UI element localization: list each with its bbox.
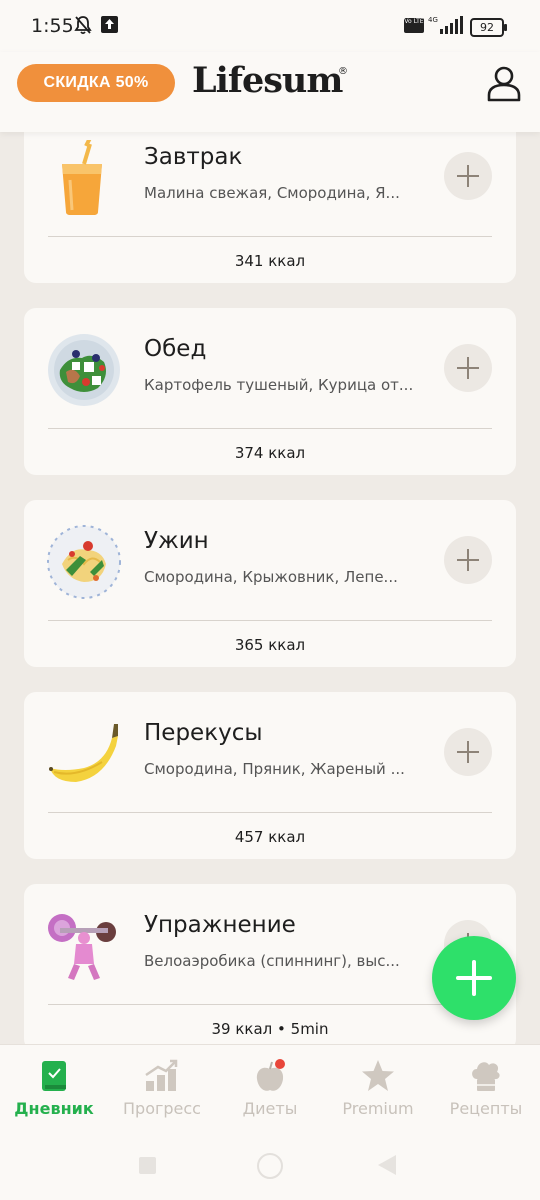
muted-bell-icon: [74, 16, 92, 35]
system-navigation-bar: [0, 1128, 540, 1200]
nav-item-recipes[interactable]: Рецепты: [432, 1045, 540, 1129]
divider: [48, 620, 492, 621]
pasta-plate-image: [47, 525, 121, 599]
meal-calories: 457 ккал: [234, 828, 306, 846]
divider: [48, 1004, 492, 1005]
add-dinner-button[interactable]: [444, 536, 492, 584]
meal-title: Обед: [144, 336, 207, 362]
divider: [48, 812, 492, 813]
meal-items: Картофель тушеный, Курица от...: [144, 376, 414, 394]
meal-title: Завтрак: [144, 144, 243, 170]
discount-button[interactable]: СКИДКА 50%: [17, 64, 175, 102]
home-icon[interactable]: [257, 1153, 283, 1179]
add-fab-button[interactable]: [432, 936, 516, 1020]
add-lunch-button[interactable]: [444, 344, 492, 392]
nav-label: Рецепты: [449, 1099, 523, 1118]
juice-glass-image: [62, 140, 102, 215]
nav-item-premium[interactable]: Premium: [324, 1045, 432, 1129]
meal-calories: 39 ккал • 5min: [211, 1020, 329, 1038]
salad-plate-image: [48, 334, 120, 406]
meal-items: Смородина, Пряник, Жареный ...: [144, 760, 405, 778]
bottom-navigation: Дневник Прогресс Диеты Premium Рецепты: [0, 1044, 540, 1129]
notification-dot: [275, 1059, 285, 1069]
app-header: СКИДКА 50% Lifesum ®: [0, 52, 540, 132]
profile-icon[interactable]: [486, 64, 522, 102]
nav-label: Прогресс: [123, 1099, 201, 1118]
diary-book-icon: [42, 1061, 66, 1091]
banana-image: [49, 724, 118, 782]
back-icon[interactable]: [378, 1155, 396, 1175]
lifesum-logo: Lifesum: [192, 60, 343, 101]
upload-icon: [101, 16, 118, 33]
meal-card-dinner[interactable]: Ужин Смородина, Крыжовник, Лепе... 365 к…: [24, 500, 516, 667]
divider: [48, 428, 492, 429]
nav-item-diary[interactable]: Дневник: [0, 1045, 108, 1129]
battery-icon: 92: [470, 18, 507, 37]
recent-apps-icon[interactable]: [139, 1157, 156, 1174]
meal-calories: 341 ккал: [234, 252, 306, 270]
meal-card-lunch[interactable]: Обед Картофель тушеный, Курица от... 374…: [24, 308, 516, 475]
meal-calories: 365 ккал: [234, 636, 306, 654]
meal-card-breakfast[interactable]: Завтрак Малина свежая, Смородина, Я... 3…: [24, 116, 516, 283]
status-bar: 1:55 Vo LTE 4G 92: [0, 0, 540, 52]
meal-title: Перекусы: [144, 720, 263, 746]
signal-icon: 4G: [428, 16, 463, 34]
nav-item-progress[interactable]: Прогресс: [108, 1045, 216, 1129]
meal-card-snacks[interactable]: Перекусы Смородина, Пряник, Жареный ... …: [24, 692, 516, 859]
status-time: 1:55: [31, 15, 74, 37]
meal-calories: 374 ккал: [234, 444, 306, 462]
add-breakfast-button[interactable]: [444, 152, 492, 200]
nav-label: Premium: [342, 1099, 414, 1118]
chef-hat-icon: [472, 1062, 500, 1091]
nav-label: Диеты: [242, 1099, 298, 1118]
divider: [48, 236, 492, 237]
apple-icon: [256, 1059, 285, 1091]
meal-title: Ужин: [144, 528, 209, 554]
meal-items: Велоаэробика (спиннинг), выс...: [144, 952, 400, 970]
meal-items: Малина свежая, Смородина, Я...: [144, 184, 400, 202]
logo-registered-mark: ®: [338, 66, 348, 77]
add-snack-button[interactable]: [444, 728, 492, 776]
star-icon: [362, 1060, 394, 1091]
progress-chart-icon: [145, 1059, 178, 1091]
network-type: 4G: [428, 16, 438, 24]
weightlifter-image: [48, 914, 116, 980]
volte-icon: Vo LTE: [404, 18, 424, 33]
nav-label: Дневник: [14, 1099, 94, 1118]
meal-items: Смородина, Крыжовник, Лепе...: [144, 568, 398, 586]
nav-item-diets[interactable]: Диеты: [216, 1045, 324, 1129]
meal-title: Упражнение: [144, 912, 296, 938]
